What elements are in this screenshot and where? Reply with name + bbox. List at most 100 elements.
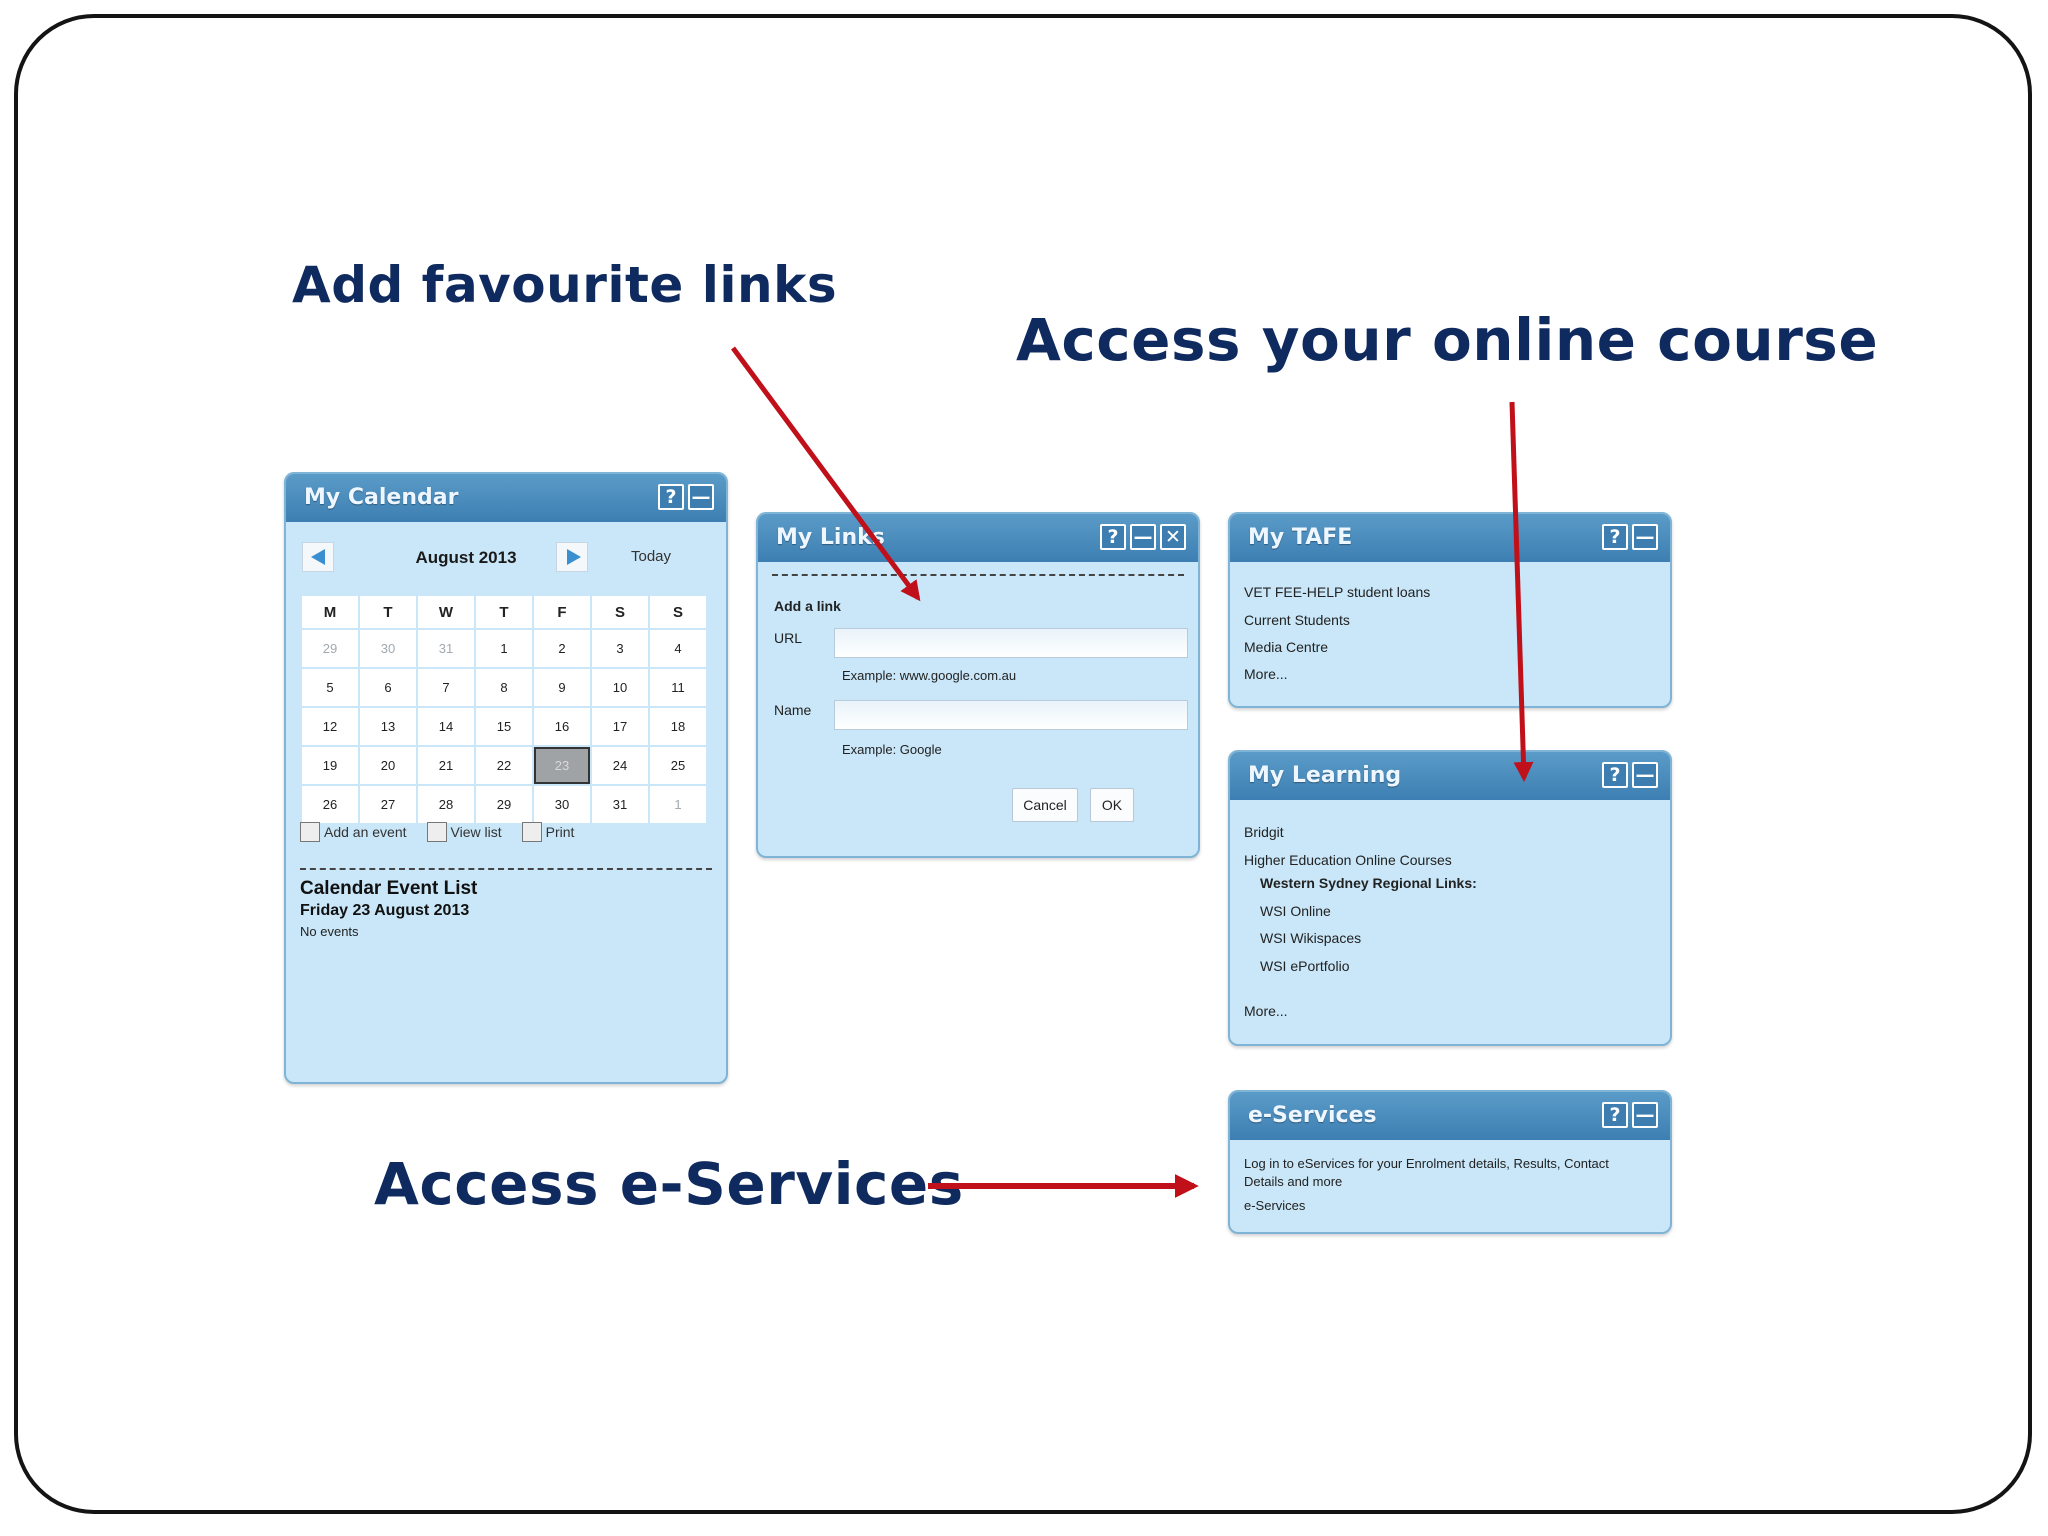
calendar-day[interactable]: 13: [358, 706, 418, 747]
list-icon: [426, 822, 447, 842]
add-event-link[interactable]: Add an event: [300, 822, 407, 842]
my-learning-widget: My Learning ? — Bridgit Higher Education…: [1228, 750, 1672, 1046]
calendar-day[interactable]: 30: [358, 628, 418, 669]
wsi-online-link[interactable]: WSI Online: [1260, 903, 1331, 919]
view-list-label: View list: [450, 824, 502, 840]
calendar-day[interactable]: 18: [648, 706, 708, 747]
printer-icon: [521, 822, 542, 842]
higher-education-link[interactable]: Higher Education Online Courses: [1244, 852, 1452, 868]
calendar-day[interactable]: 19: [300, 745, 360, 786]
eservices-link[interactable]: e-Services: [1244, 1198, 1305, 1213]
calendar-day[interactable]: 20: [358, 745, 418, 786]
calendar-day[interactable]: 6: [358, 667, 418, 708]
calendar-day[interactable]: 9: [532, 667, 592, 708]
bridgit-link[interactable]: Bridgit: [1244, 824, 1284, 840]
calendar-day[interactable]: 30: [532, 784, 592, 825]
calendar-day[interactable]: 31: [416, 628, 476, 669]
links-title: My Links: [776, 525, 885, 550]
calendar-day[interactable]: 15: [474, 706, 534, 747]
calendar-day[interactable]: 3: [590, 628, 650, 669]
view-list-link[interactable]: View list: [426, 822, 502, 842]
calendar-day[interactable]: 29: [300, 628, 360, 669]
learning-title: My Learning: [1248, 763, 1402, 788]
minimize-icon[interactable]: —: [1130, 524, 1156, 550]
weekday-header: T: [358, 594, 418, 630]
prev-month-arrow-icon[interactable]: [302, 542, 334, 572]
my-calendar-widget: My Calendar ? — August 2013 Today M T W …: [284, 472, 728, 1084]
add-event-label: Add an event: [324, 824, 407, 840]
calendar-day[interactable]: 4: [648, 628, 708, 669]
eservices-header: e-Services ? —: [1230, 1092, 1670, 1140]
calendar-month: August 2013: [415, 548, 517, 567]
help-icon[interactable]: ?: [658, 484, 684, 510]
help-icon[interactable]: ?: [1100, 524, 1126, 550]
calendar-header: My Calendar ? —: [286, 474, 726, 522]
calendar-day[interactable]: 5: [300, 667, 360, 708]
calendar-day[interactable]: 21: [416, 745, 476, 786]
calendar-day[interactable]: 10: [590, 667, 650, 708]
calendar-day[interactable]: 2: [532, 628, 592, 669]
tafe-title: My TAFE: [1248, 525, 1353, 550]
calendar-day-selected[interactable]: 23: [532, 745, 592, 786]
calendar-day[interactable]: 7: [416, 667, 476, 708]
weekday-header: F: [532, 594, 592, 630]
help-icon[interactable]: ?: [1602, 762, 1628, 788]
calendar-day[interactable]: 27: [358, 784, 418, 825]
my-links-widget: My Links ? — ✕ Add a link URL Example: w…: [756, 512, 1200, 858]
cancel-button[interactable]: Cancel: [1012, 788, 1078, 822]
wsi-wikispaces-link[interactable]: WSI Wikispaces: [1260, 930, 1361, 946]
calendar-day[interactable]: 12: [300, 706, 360, 747]
print-link[interactable]: Print: [521, 822, 575, 842]
divider: [300, 868, 712, 870]
tafe-more-link[interactable]: More...: [1244, 666, 1288, 682]
url-label: URL: [774, 630, 803, 646]
calendar-day[interactable]: 17: [590, 706, 650, 747]
event-list-date: Friday 23 August 2013: [300, 902, 470, 919]
minimize-icon[interactable]: —: [1632, 762, 1658, 788]
divider: [772, 574, 1184, 576]
tafe-link[interactable]: Current Students: [1244, 612, 1350, 628]
calendar-day[interactable]: 1: [648, 784, 708, 825]
calendar-day[interactable]: 24: [590, 745, 650, 786]
today-link[interactable]: Today: [631, 548, 671, 565]
url-input[interactable]: [834, 628, 1188, 658]
help-icon[interactable]: ?: [1602, 1102, 1628, 1128]
calendar-day[interactable]: 28: [416, 784, 476, 825]
eservices-description-cont: Details and more: [1244, 1174, 1343, 1189]
help-icon[interactable]: ?: [1602, 524, 1628, 550]
minimize-icon[interactable]: —: [1632, 524, 1658, 550]
weekday-header: T: [474, 594, 534, 630]
eservices-description: Log in to eServices for your Enrolment d…: [1244, 1156, 1609, 1171]
calendar-day[interactable]: 8: [474, 667, 534, 708]
calendar-day[interactable]: 1: [474, 628, 534, 669]
close-icon[interactable]: ✕: [1160, 524, 1186, 550]
minimize-icon[interactable]: —: [688, 484, 714, 510]
print-label: Print: [545, 824, 575, 840]
calendar-day[interactable]: 16: [532, 706, 592, 747]
weekday-header: W: [416, 594, 476, 630]
learning-more-link[interactable]: More...: [1244, 1003, 1288, 1019]
calendar-day[interactable]: 25: [648, 745, 708, 786]
minimize-icon[interactable]: —: [1632, 1102, 1658, 1128]
calendar-day[interactable]: 14: [416, 706, 476, 747]
calendar-day[interactable]: 31: [590, 784, 650, 825]
event-list-empty: No events: [300, 924, 359, 939]
pencil-icon: [300, 822, 320, 842]
calendar-day[interactable]: 11: [648, 667, 708, 708]
calendar-day[interactable]: 26: [300, 784, 360, 825]
calendar-day[interactable]: 29: [474, 784, 534, 825]
regional-links-heading: Western Sydney Regional Links:: [1260, 875, 1477, 891]
tafe-link[interactable]: Media Centre: [1244, 639, 1328, 655]
links-header: My Links ? — ✕: [758, 514, 1198, 562]
caption-add-favourite-links: Add favourite links: [292, 256, 838, 314]
calendar-day[interactable]: 22: [474, 745, 534, 786]
ok-button[interactable]: OK: [1090, 788, 1134, 822]
wsi-eportfolio-link[interactable]: WSI ePortfolio: [1260, 958, 1349, 974]
url-example: Example: www.google.com.au: [842, 668, 1017, 683]
learning-header: My Learning ? —: [1230, 752, 1670, 800]
calendar-grid: M T W T F S S 29 30 31 1 2 3 4 5 6 7 8 9…: [300, 594, 708, 825]
tafe-link[interactable]: VET FEE-HELP student loans: [1244, 584, 1430, 600]
name-input[interactable]: [834, 700, 1188, 730]
tafe-header: My TAFE ? —: [1230, 514, 1670, 562]
next-month-arrow-icon[interactable]: [556, 542, 588, 572]
